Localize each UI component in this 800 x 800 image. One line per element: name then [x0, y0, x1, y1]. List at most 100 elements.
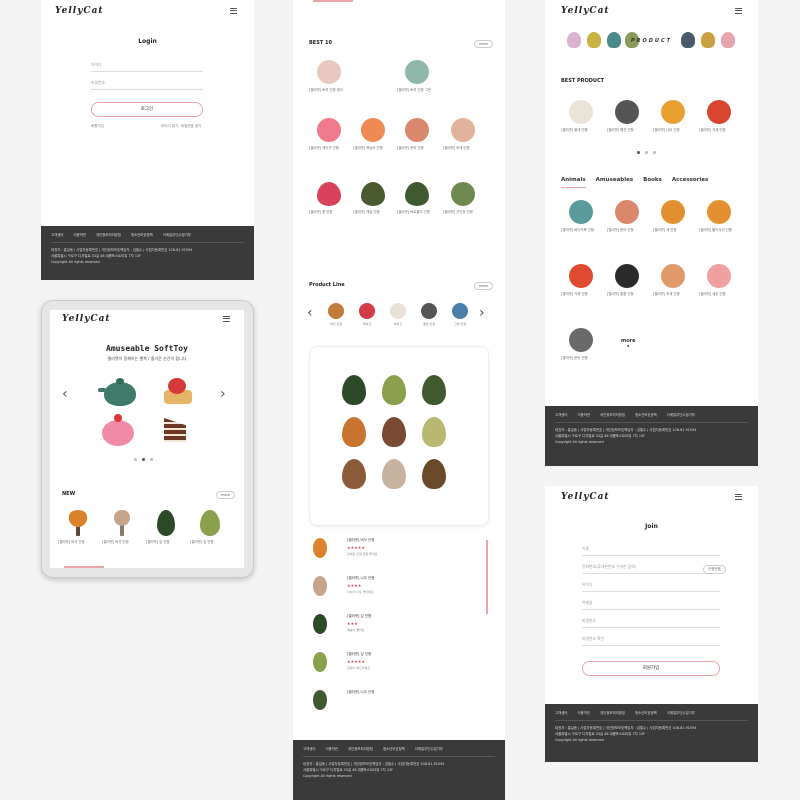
product-card[interactable]: [젤리캣] 바다거북 인형: [561, 200, 601, 233]
product-card[interactable]: [젤리캣] 케일 인형: [353, 182, 393, 215]
password-field[interactable]: 비밀번호: [582, 618, 720, 628]
product-card[interactable]: [젤리캣] 홍합 인형: [607, 264, 647, 297]
scrollbar[interactable]: [486, 540, 488, 614]
product-card[interactable]: [젤리캣] 버섯 인형: [102, 510, 142, 545]
footer-link[interactable]: 청소년보호정책: [635, 412, 657, 418]
toy-image[interactable]: [422, 417, 446, 447]
toy-image[interactable]: [587, 32, 601, 48]
login-button[interactable]: 로그인: [91, 102, 203, 117]
footer-link[interactable]: 이용약관: [325, 746, 337, 752]
product-card[interactable]: [젤리캣] 꽃 인형: [309, 182, 349, 215]
toy-image[interactable]: [342, 417, 366, 447]
product-card[interactable]: [젤리캣] 물개 인형: [561, 100, 601, 133]
email-field[interactable]: 이메일: [582, 600, 720, 610]
product-line-item[interactable]: 하우스: [385, 303, 411, 326]
product-line-item[interactable]: 고래 인형: [447, 303, 473, 326]
chevron-right-icon[interactable]: ›: [479, 305, 485, 321]
toy-image[interactable]: [422, 459, 446, 489]
tab-accessories[interactable]: Accessories: [672, 177, 708, 188]
chevron-left-icon[interactable]: ‹: [307, 305, 313, 321]
name-field[interactable]: 이름: [582, 546, 720, 556]
product-card[interactable]: [젤리캣] 문어 인형: [607, 200, 647, 233]
product-line-item[interactable]: 케이크: [354, 303, 380, 326]
more-button[interactable]: more: [474, 282, 494, 290]
product-card[interactable]: [젤리캣] 토끼 인형 핑크: [309, 60, 349, 93]
product-card[interactable]: [젤리캣] 선인장 인형: [443, 182, 483, 215]
id-field[interactable]: 아이디: [91, 62, 203, 72]
more-link[interactable]: more •: [621, 338, 636, 350]
review-item[interactable]: [젤리캣] 나무 인형 ★★★★ 아이가 너무 좋아해요: [309, 574, 479, 608]
footer-link[interactable]: 이용약관: [577, 710, 589, 716]
chevron-left-icon[interactable]: ‹: [62, 386, 68, 402]
footer-link[interactable]: 개인정보처리방침: [600, 710, 625, 716]
toy-image[interactable]: [607, 32, 621, 48]
product-card[interactable]: [젤리캣] 버섯 인형: [58, 510, 98, 545]
menu-icon[interactable]: [223, 316, 230, 322]
userid-field[interactable]: 아이디: [582, 582, 720, 592]
product-card[interactable]: [젤리캣] 조개 인형: [653, 264, 693, 297]
toy-image[interactable]: [681, 32, 695, 48]
tart-toy-image[interactable]: [160, 376, 194, 410]
carousel-dots[interactable]: [637, 151, 656, 154]
toy-image[interactable]: [342, 375, 366, 405]
footer-link[interactable]: 개인정보처리방침: [600, 412, 625, 418]
product-card[interactable]: [젤리캣] 가재 인형: [561, 264, 601, 297]
product-card[interactable]: [젤리캣] 가재 인형: [699, 100, 739, 133]
footer-link[interactable]: 고객센터: [51, 232, 63, 238]
toy-image[interactable]: [701, 32, 715, 48]
product-card[interactable]: [젤리캣] 잎 인형: [146, 510, 186, 545]
review-item[interactable]: [젤리캣] 나무 인형: [309, 688, 479, 722]
menu-icon[interactable]: [735, 8, 742, 14]
tab-animals[interactable]: Animals: [561, 177, 586, 188]
footer-link[interactable]: 이메일무단수집거부: [667, 710, 695, 716]
product-card[interactable]: [젤리캣] 게 인형: [653, 200, 693, 233]
product-card[interactable]: [젤리캣] 브로콜리 인형: [397, 182, 437, 215]
menu-icon[interactable]: [735, 494, 742, 500]
footer-link[interactable]: 이메일무단수집거부: [163, 232, 191, 238]
product-card[interactable]: [젤리캣] 복숭아 인형: [353, 118, 393, 151]
footer-link[interactable]: 고객센터: [303, 746, 315, 752]
product-card[interactable]: [젤리캣] 불가사리 인형: [699, 200, 739, 233]
cake-toy-image[interactable]: [100, 412, 136, 448]
toy-image[interactable]: [422, 375, 446, 405]
logo[interactable]: YellyCat: [561, 6, 610, 16]
product-card[interactable]: [젤리캣] 조개 인형: [443, 118, 483, 151]
footer-link[interactable]: 이메일무단수집거부: [667, 412, 695, 418]
footer-link[interactable]: 고객센터: [555, 710, 567, 716]
footer-link[interactable]: 청소년보호정책: [383, 746, 405, 752]
footer-link[interactable]: 이메일무단수집거부: [415, 746, 443, 752]
footer-link[interactable]: 이용약관: [577, 412, 589, 418]
toy-image[interactable]: [382, 417, 406, 447]
more-button[interactable]: more: [216, 491, 236, 499]
more-button[interactable]: more: [474, 40, 494, 48]
toy-image[interactable]: [567, 32, 581, 48]
carousel-dots[interactable]: [134, 458, 153, 461]
featured-card[interactable]: [309, 346, 489, 526]
product-card[interactable]: [젤리캣] 새우 인형: [699, 264, 739, 297]
footer-link[interactable]: 고객센터: [555, 412, 567, 418]
logo[interactable]: YellyCat: [55, 6, 104, 16]
join-link[interactable]: 회원가입: [91, 124, 104, 129]
toy-image[interactable]: [342, 459, 366, 489]
password-field[interactable]: 비밀번호: [91, 80, 203, 90]
menu-icon[interactable]: [230, 8, 237, 14]
toy-image[interactable]: [721, 32, 735, 48]
toy-image[interactable]: [382, 375, 406, 405]
chocolate-cake-image[interactable]: [160, 414, 190, 446]
product-card[interactable]: [젤리캣] 잎 인형: [190, 510, 230, 545]
find-id-link[interactable]: 아이디 찾기: [161, 124, 178, 129]
chevron-right-icon[interactable]: ›: [220, 386, 226, 402]
footer-link[interactable]: 청소년보호정책: [131, 232, 153, 238]
product-card[interactable]: [젤리캣] 문어 인형: [397, 118, 437, 151]
logo[interactable]: YellyCat: [561, 492, 610, 502]
footer-link[interactable]: 이용약관: [73, 232, 85, 238]
phone-field[interactable]: 전화번호(휴대폰번호 숫자만 입력): [582, 564, 720, 574]
tab-books[interactable]: Books: [643, 177, 662, 188]
join-button[interactable]: 회원가입: [582, 661, 720, 676]
verify-button[interactable]: 인증번호: [703, 565, 726, 574]
product-line-item[interactable]: 펭귄 인형: [416, 303, 442, 326]
product-card[interactable]: [젤리캣] 문어 인형: [561, 328, 601, 361]
review-item[interactable]: [젤리캣] 버섯 인형 ★★★★★ 귀여운 인형 정말 좋아요: [309, 536, 479, 570]
logo[interactable]: YellyCat: [62, 314, 111, 324]
product-card[interactable]: [젤리캣] 펭귄 인형: [607, 100, 647, 133]
